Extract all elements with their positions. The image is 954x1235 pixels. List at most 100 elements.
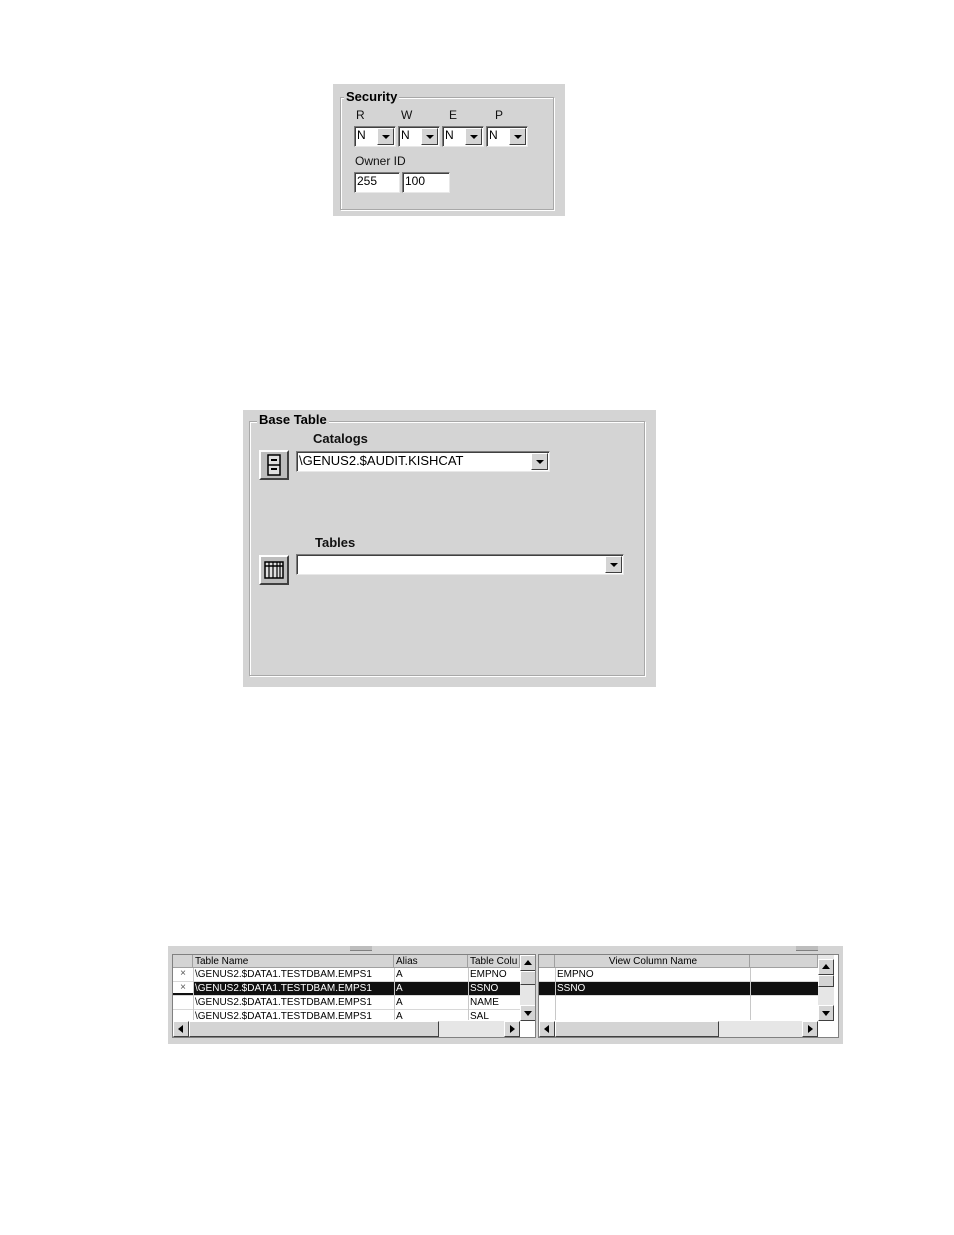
base-table-panel: Base Table Catalogs \GENUS2.$AUDIT.KISHC… (243, 410, 656, 687)
column-header-view-column-name[interactable]: View Column Name (555, 955, 750, 968)
chevron-down-icon (425, 134, 434, 139)
security-panel: Security R W E P N N N N Owner ID 255 10… (333, 84, 565, 216)
catalogs-label: Catalogs (313, 431, 368, 446)
catalog-button[interactable] (259, 450, 289, 480)
arrow-left-icon (544, 1025, 549, 1033)
list-item[interactable]: SSNO (539, 982, 818, 996)
cell-table-name: \GENUS2.$DATA1.TESTDBAM.EMPS1 (195, 983, 372, 994)
write-dropdown-button[interactable] (421, 128, 438, 145)
chevron-down-icon (469, 134, 478, 139)
cell-alias: A (396, 969, 403, 980)
scroll-thumb[interactable] (818, 975, 834, 987)
arrow-left-icon (178, 1025, 183, 1033)
scroll-thumb[interactable] (189, 1021, 439, 1037)
read-dropdown-button[interactable] (377, 128, 394, 145)
chevron-down-icon (609, 562, 618, 567)
label-e: E (449, 108, 458, 122)
security-title: Security (344, 89, 400, 104)
tables-label: Tables (315, 535, 356, 550)
file-cabinet-icon (267, 454, 281, 476)
row-marker: × (173, 982, 193, 993)
column-divider (468, 968, 469, 1020)
column-divider (555, 968, 556, 1020)
cell-table-column: NAME (470, 997, 499, 1008)
column-header-table-column[interactable]: Table Colu (468, 955, 520, 968)
cell-table-column: EMPNO (470, 969, 507, 980)
purge-select[interactable]: N (486, 126, 528, 147)
read-select[interactable]: N (354, 126, 396, 147)
view-horizontal-scrollbar[interactable] (539, 1021, 818, 1037)
cell-table-name: \GENUS2.$DATA1.TESTDBAM.EMPS1 (195, 997, 372, 1008)
view-rows: EMPNO SSNO (539, 968, 818, 1020)
catalog-select[interactable]: \GENUS2.$AUDIT.KISHCAT (296, 451, 550, 472)
row-marker: × (180, 968, 186, 979)
list-item[interactable]: EMPNO (539, 968, 818, 982)
arrow-down-icon (822, 1011, 830, 1016)
scroll-thumb[interactable] (555, 1021, 719, 1037)
chevron-down-icon (513, 134, 522, 139)
column-header-alias[interactable]: Alias (394, 955, 468, 968)
column-divider (193, 968, 194, 1020)
scroll-right-button[interactable] (504, 1021, 520, 1037)
source-columns-grid[interactable]: Table Name Alias Table Colu × \GENUS2.$D… (172, 954, 536, 1038)
view-columns-grid[interactable]: View Column Name EMPNO SSNO (538, 954, 839, 1038)
column-header-empty (750, 955, 818, 968)
scroll-right-button[interactable] (802, 1021, 818, 1037)
scroll-left-button[interactable] (539, 1021, 555, 1037)
execute-dropdown-button[interactable] (465, 128, 482, 145)
arrow-right-icon (510, 1025, 515, 1033)
arrow-up-icon (524, 960, 532, 965)
column-divider (394, 968, 395, 1020)
arrow-up-icon (822, 964, 830, 969)
cell-alias: A (396, 1011, 403, 1020)
column-header-table-name[interactable]: Table Name (193, 955, 394, 968)
owner-id-label: Owner ID (355, 154, 406, 168)
execute-select[interactable]: N (442, 126, 484, 147)
splitter-handle-left[interactable] (350, 946, 372, 951)
cell-table-name: \GENUS2.$DATA1.TESTDBAM.EMPS1 (195, 969, 372, 980)
owner-group-field[interactable]: 255 (354, 172, 400, 193)
purge-dropdown-button[interactable] (509, 128, 526, 145)
read-value: N (357, 128, 366, 142)
purge-value: N (489, 128, 498, 142)
write-value: N (401, 128, 410, 142)
catalog-dropdown-button[interactable] (531, 453, 548, 470)
row-header-corner (173, 955, 193, 968)
base-table-title: Base Table (257, 412, 329, 427)
label-w: W (401, 108, 413, 122)
scroll-thumb[interactable] (520, 971, 535, 985)
source-vertical-scrollbar[interactable] (520, 955, 535, 1021)
scroll-down-button[interactable] (520, 1005, 535, 1021)
label-p: P (495, 108, 504, 122)
arrow-down-icon (524, 1011, 532, 1016)
source-rows: × \GENUS2.$DATA1.TESTDBAM.EMPS1 A EMPNO … (173, 968, 520, 1020)
arrow-right-icon (808, 1025, 813, 1033)
cell-table-column: SSNO (470, 983, 499, 994)
column-mapping-panel: Table Name Alias Table Colu × \GENUS2.$D… (168, 946, 843, 1044)
row-header-corner (539, 955, 555, 968)
chevron-down-icon (381, 134, 390, 139)
splitter-handle-right[interactable] (796, 946, 818, 951)
scroll-left-button[interactable] (173, 1021, 189, 1037)
write-select[interactable]: N (398, 126, 440, 147)
scroll-down-button[interactable] (818, 1005, 834, 1021)
view-vertical-scrollbar[interactable] (818, 955, 834, 1021)
column-divider (750, 968, 751, 1020)
cell-alias: A (396, 983, 403, 994)
source-horizontal-scrollbar[interactable] (173, 1021, 520, 1037)
scroll-up-button[interactable] (818, 959, 834, 975)
table-dropdown-button[interactable] (605, 556, 622, 573)
cell-view-column-name: SSNO (557, 983, 586, 994)
owner-user-field[interactable]: 100 (402, 172, 450, 193)
label-r: R (356, 108, 365, 122)
cell-table-column: SAL (470, 1011, 489, 1020)
cell-view-column-name: EMPNO (557, 969, 594, 980)
scroll-up-button[interactable] (520, 955, 535, 971)
cell-alias: A (396, 997, 403, 1008)
catalog-value: \GENUS2.$AUDIT.KISHCAT (299, 453, 464, 468)
chevron-down-icon (535, 459, 544, 464)
table-select[interactable] (296, 554, 624, 575)
table-grid-icon (264, 561, 284, 579)
execute-value: N (445, 128, 454, 142)
table-button[interactable] (259, 555, 289, 585)
